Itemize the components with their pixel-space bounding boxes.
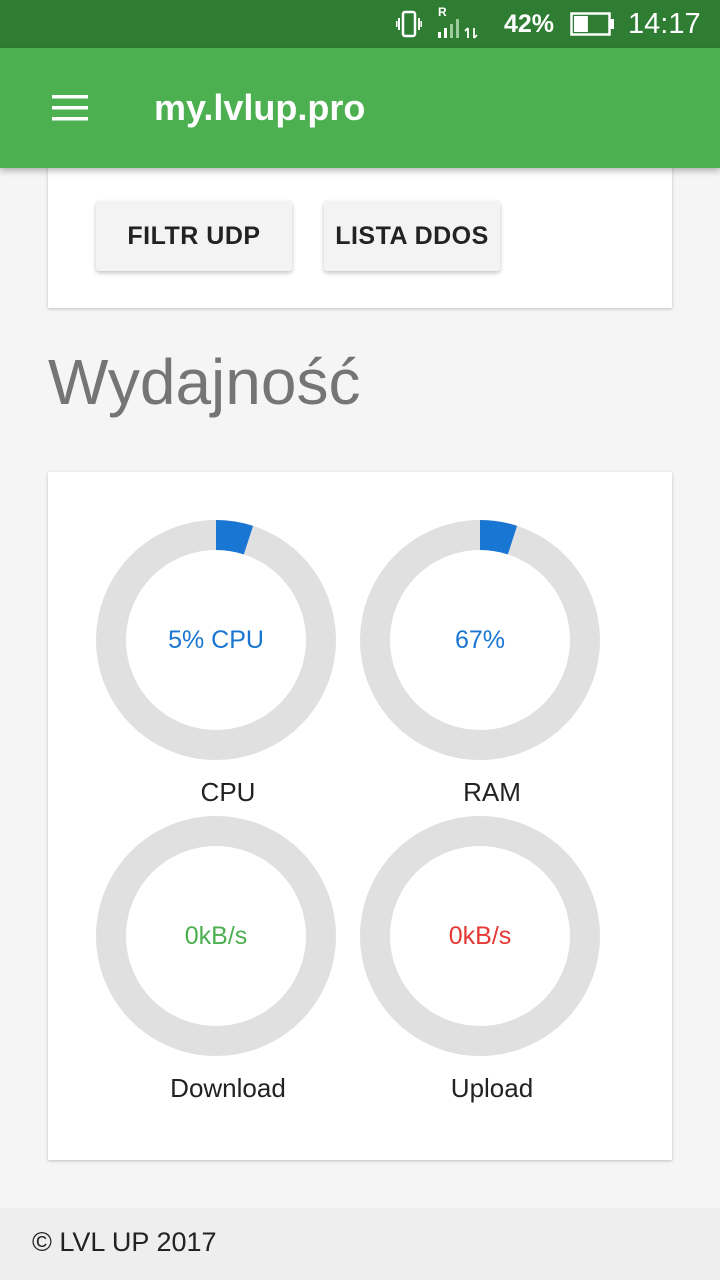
ram-gauge: 67% xyxy=(360,520,600,760)
download-label: Download xyxy=(170,1073,286,1103)
signal-icon: R xyxy=(436,0,482,48)
download-gauge: 0kB/s xyxy=(96,816,336,1056)
data-transfer-icon xyxy=(464,27,478,39)
footer: © LVL UP 2017 xyxy=(0,1208,720,1280)
vibrate-icon xyxy=(396,0,422,48)
roaming-badge: R xyxy=(438,5,447,19)
ram-label: RAM xyxy=(463,777,521,807)
performance-card: 5% CPU CPU 67% RAM 0kB/s Download 0kB/s … xyxy=(48,472,672,1160)
cpu-label: CPU xyxy=(200,777,256,807)
ram-value: 67% xyxy=(454,625,506,654)
upload-gauge: 0kB/s xyxy=(360,816,600,1056)
app-title: my.lvlup.pro xyxy=(154,87,366,128)
upload-value: 0kB/s xyxy=(448,921,512,950)
section-title: Wydajność xyxy=(48,346,361,418)
status-bar: R 42% 14:17 xyxy=(0,0,720,48)
copyright-text: © LVL UP 2017 xyxy=(32,1227,217,1257)
battery-percent: 42% xyxy=(504,9,555,38)
download-value: 0kB/s xyxy=(184,921,248,950)
actions-card: FILTR UDP LISTA DDOS xyxy=(48,160,672,308)
cpu-value: 5% CPU xyxy=(168,625,264,654)
menu-icon[interactable] xyxy=(40,82,100,134)
cpu-gauge: 5% CPU xyxy=(96,520,336,760)
filtr-udp-button[interactable]: FILTR UDP xyxy=(96,201,292,271)
battery-icon xyxy=(570,0,616,48)
clock: 14:17 xyxy=(628,7,701,40)
app-bar: my.lvlup.pro xyxy=(0,48,720,168)
lista-ddos-button[interactable]: LISTA DDOS xyxy=(324,201,500,271)
upload-label: Upload xyxy=(450,1073,534,1103)
